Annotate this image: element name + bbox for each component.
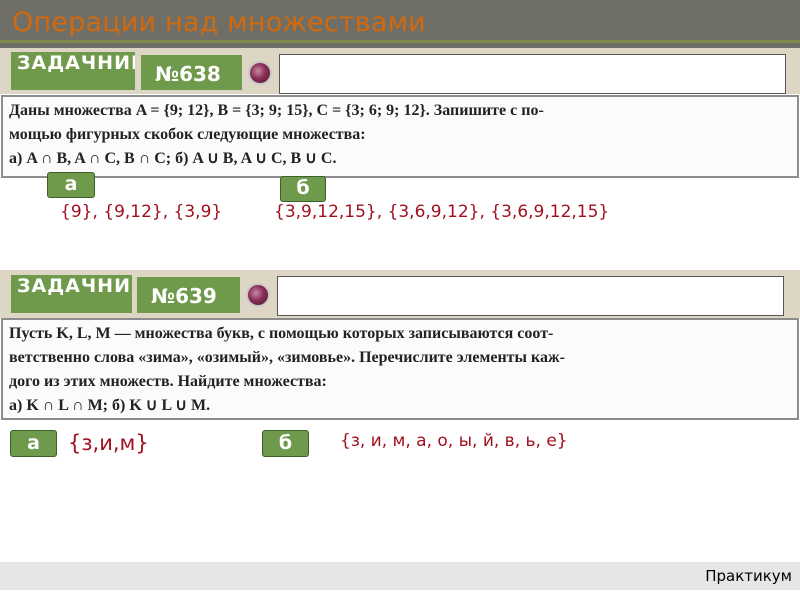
- page-title: Операции над множествами: [12, 7, 426, 38]
- answer-b-638: {3,9,12,15}, {3,6,9,12}, {3,6,9,12,15}: [274, 202, 610, 222]
- answer-tag-b-639[interactable]: б: [262, 430, 309, 457]
- header-bar: Операции над множествами: [0, 0, 800, 48]
- task-638-text: Даны множества A = {9; 12}, B = {3; 9; 1…: [1, 95, 799, 178]
- header-divider: [0, 40, 800, 43]
- check-answer-button-638[interactable]: [248, 61, 272, 85]
- task-line: а) A ∩ B, A ∩ C, B ∩ C; б) A ∪ B, A ∪ C,…: [9, 150, 337, 167]
- answer-tag-a-639[interactable]: а: [10, 430, 57, 457]
- task-number-638: №638: [141, 55, 242, 90]
- task-line: мощью фигурных скобок следующие множеств…: [9, 126, 366, 143]
- answer-a-639: {з,и,м}: [68, 431, 149, 455]
- task-line: дого из этих множеств. Найдите множества…: [9, 373, 327, 390]
- answer-tag-b-638[interactable]: б: [280, 176, 326, 202]
- answer-b-639: {з, и, м, а, о, ы, й, в, ь, е}: [340, 431, 568, 451]
- footer-bar: Практикум: [0, 562, 800, 590]
- task-line: Даны множества A = {9; 12}, B = {3; 9; 1…: [9, 102, 544, 119]
- task-number-639: №639: [137, 277, 240, 313]
- task-639-text: Пусть K, L, M — множества букв, с помощь…: [1, 318, 799, 420]
- task-line: а) K ∩ L ∩ M; б) K ∪ L ∪ M.: [9, 397, 211, 414]
- answer-field-639[interactable]: [277, 276, 784, 316]
- answer-field-638[interactable]: [279, 54, 786, 94]
- check-answer-button-639[interactable]: [246, 283, 270, 307]
- book-label-639: ЗАДАЧНИК: [11, 275, 132, 313]
- task-line: Пусть K, L, M — множества букв, с помощь…: [9, 325, 554, 342]
- answer-tag-a-638[interactable]: а: [47, 172, 95, 198]
- book-label-638: ЗАДАЧНИК: [11, 52, 135, 90]
- footer-label: Практикум: [705, 567, 792, 585]
- task-line: ветственно слова «зима», «озимый», «зимо…: [9, 349, 565, 366]
- answer-a-638: {9}, {9,12}, {3,9}: [60, 202, 223, 222]
